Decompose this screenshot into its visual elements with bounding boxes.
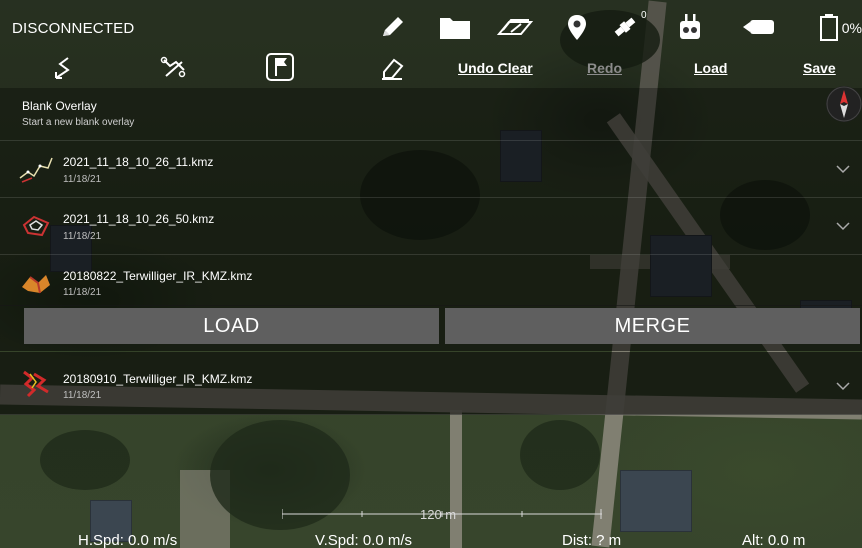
kmz-thumbnail-icon — [19, 157, 53, 183]
camera-icon[interactable] — [740, 12, 776, 42]
pencil-icon[interactable] — [378, 12, 408, 42]
overlay-date: 11/18/21 — [63, 390, 102, 401]
remote-controller-icon[interactable] — [675, 12, 705, 42]
route-icon[interactable] — [160, 54, 188, 82]
layers-icon[interactable] — [495, 12, 535, 42]
undo-clear-button[interactable]: Undo Clear — [458, 60, 533, 76]
vertical-speed: V.Spd: 0.0 m/s — [315, 532, 413, 548]
overlay-date: 11/18/21 — [63, 174, 102, 185]
telemetry-bar: H.Spd: 0.0 m/s V.Spd: 0.0 m/s Dist: ? m … — [0, 526, 862, 548]
list-item[interactable]: 20180822_Terwilliger_IR_KMZ.kmz 11/18/21 — [0, 255, 862, 306]
chevron-down-icon[interactable] — [836, 381, 850, 391]
battery-icon — [820, 14, 838, 41]
load-overlay-button[interactable]: LOAD — [24, 308, 439, 344]
flag-icon[interactable] — [265, 52, 295, 82]
redo-button[interactable]: Redo — [587, 60, 622, 76]
list-item[interactable]: 2021_11_18_10_26_11.kmz 11/18/21 — [0, 141, 862, 198]
draw-path-icon[interactable] — [50, 54, 78, 82]
eraser-icon[interactable] — [378, 54, 406, 82]
overlay-date: 11/18/21 — [63, 287, 102, 298]
compass-icon[interactable] — [826, 86, 862, 122]
load-button[interactable]: Load — [694, 60, 727, 76]
save-button[interactable]: Save — [803, 60, 836, 76]
overlay-list: Blank Overlay Start a new blank overlay … — [0, 88, 862, 415]
map-scale-label: 120 m — [420, 507, 457, 522]
list-item[interactable]: 2021_11_18_10_26_50.kmz 11/18/21 — [0, 198, 862, 255]
list-item[interactable]: 20180910_Terwilliger_IR_KMZ.kmz 11/18/21 — [0, 352, 862, 415]
overlay-name: 2021_11_18_10_26_11.kmz — [63, 155, 214, 169]
merge-overlay-button[interactable]: MERGE — [445, 308, 860, 344]
overlay-name: 2021_11_18_10_26_50.kmz — [63, 212, 215, 226]
location-pin-icon[interactable] — [562, 12, 592, 42]
horizontal-speed: H.Spd: 0.0 m/s — [78, 532, 178, 548]
battery-percentage: 0% — [841, 20, 862, 36]
kmz-thumbnail-icon — [23, 370, 49, 398]
chevron-down-icon[interactable] — [836, 221, 850, 231]
folder-icon[interactable] — [438, 12, 472, 42]
app-window: DISCONNECTED 0 0% Undo Clear Redo Load S… — [0, 0, 862, 548]
chevron-down-icon[interactable] — [836, 164, 850, 174]
distance: Dist: ? m — [562, 532, 622, 548]
kmz-thumbnail-icon — [22, 215, 50, 237]
kmz-thumbnail-icon — [22, 275, 50, 294]
gps-count: 0 — [641, 10, 647, 21]
overlay-name: 20180822_Terwilliger_IR_KMZ.kmz — [63, 269, 253, 283]
blank-overlay-item[interactable]: Blank Overlay Start a new blank overlay — [0, 88, 862, 141]
satellite-icon[interactable] — [610, 12, 640, 42]
blank-overlay-title: Blank Overlay — [22, 99, 97, 113]
overlay-actions: LOAD MERGE — [0, 305, 862, 351]
blank-overlay-subtitle: Start a new blank overlay — [22, 117, 135, 128]
overlay-name: 20180910_Terwilliger_IR_KMZ.kmz — [63, 372, 253, 386]
altitude: Alt: 0.0 m — [742, 532, 806, 548]
connection-status: DISCONNECTED — [12, 20, 135, 37]
overlay-date: 11/18/21 — [63, 231, 102, 242]
overlay-toolbar — [0, 50, 862, 88]
